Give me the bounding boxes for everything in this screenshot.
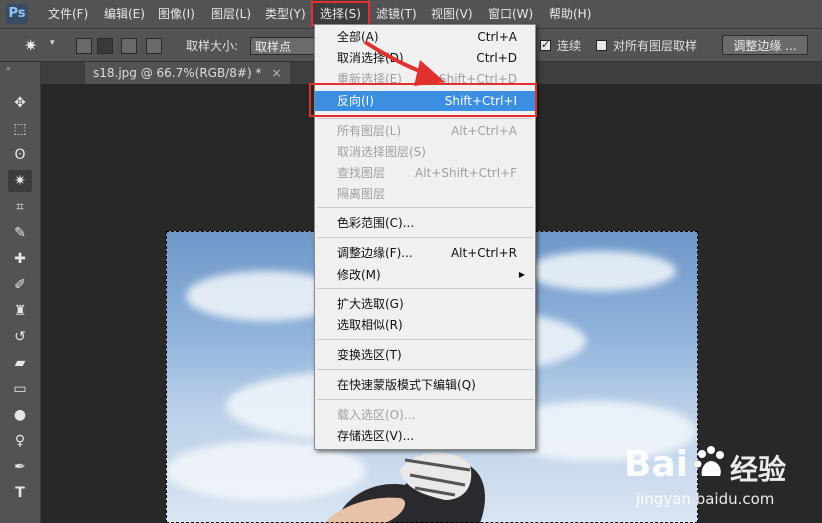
healing-brush-tool-icon[interactable]: ✚ <box>8 248 32 270</box>
intersect-selection-icon[interactable] <box>146 38 162 54</box>
marquee-tool-icon[interactable]: ⬚ <box>8 118 32 140</box>
menu-help[interactable]: 帮助(H) <box>549 0 591 28</box>
menu-separator <box>317 339 533 340</box>
menu-item-load-selection: 载入选区(O)... <box>337 408 416 422</box>
refine-edge-button[interactable]: 调整边缘 ... <box>722 35 808 55</box>
menu-item-find-layers: 查找图层 Alt+Shift+Ctrl+F <box>337 166 517 180</box>
document-tab-title: s18.jpg @ 66.7%(RGB/8#) * <box>93 66 262 80</box>
menu-item-grow[interactable]: 扩大选取(G) <box>315 294 535 314</box>
subtract-selection-icon[interactable] <box>121 38 137 54</box>
menu-item-save-selection[interactable]: 存储选区(V)... <box>315 426 535 446</box>
new-selection-icon[interactable] <box>76 38 92 54</box>
tool-preset-dropdown-icon[interactable]: ▾ <box>50 38 55 48</box>
menu-type[interactable]: 类型(Y) <box>265 0 306 28</box>
add-to-selection-icon[interactable] <box>97 38 113 54</box>
watermark-brand-cn: 经验 <box>730 453 787 486</box>
all-layers-label: 对所有图层取样 <box>613 39 698 53</box>
menu-item-color-range[interactable]: 色彩范围(C)... <box>315 213 535 233</box>
menu-file[interactable]: 文件(F) <box>48 0 88 28</box>
submenu-arrow-icon: ▶ <box>518 270 525 279</box>
watermark-brand: Bai <box>624 444 689 485</box>
menu-layer[interactable]: 图层(L) <box>211 0 251 28</box>
menu-image[interactable]: 图像(I) <box>158 0 195 28</box>
magic-wand-tool-icon[interactable]: ✷ <box>8 170 32 192</box>
history-brush-tool-icon[interactable]: ↺ <box>8 326 32 348</box>
eraser-tool-icon[interactable]: ▰ <box>8 352 32 374</box>
type-tool-icon[interactable]: T <box>8 482 32 504</box>
menu-item-quick-mask[interactable]: 在快速蒙版模式下编辑(Q) <box>315 375 535 395</box>
contiguous-checkbox[interactable] <box>540 38 551 51</box>
lasso-tool-icon[interactable]: ʘ <box>8 144 32 166</box>
gradient-tool-icon[interactable]: ▭ <box>8 378 32 400</box>
pen-tool-icon[interactable]: ✒ <box>8 456 32 478</box>
blur-tool-icon[interactable]: ● <box>8 404 32 426</box>
select-menu-annotation-box <box>311 1 370 26</box>
sample-size-select[interactable]: 取样点 <box>250 37 320 55</box>
document-tab[interactable]: s18.jpg @ 66.7%(RGB/8#) * × <box>85 62 290 84</box>
dodge-tool-icon[interactable]: ♀ <box>8 430 32 452</box>
photoshop-logo-icon: Ps <box>6 4 28 24</box>
red-arrow-icon <box>363 40 445 86</box>
eyedropper-tool-icon[interactable]: ✎ <box>8 222 32 244</box>
watermark-url: jingyan.baidu.com <box>636 490 775 508</box>
menu-separator <box>317 207 533 208</box>
crop-tool-icon[interactable]: ⌗ <box>8 196 32 218</box>
contiguous-label: 连续 <box>557 39 582 53</box>
brush-tool-icon[interactable]: ✐ <box>8 274 32 296</box>
menu-separator <box>317 369 533 370</box>
menu-separator <box>317 237 533 238</box>
paw-icon <box>694 446 724 476</box>
menu-item-modify[interactable]: 修改(M) ▶ <box>315 265 535 285</box>
menu-separator <box>317 399 533 400</box>
menu-edit[interactable]: 编辑(E) <box>104 0 145 28</box>
menu-item-refine-edge[interactable]: 调整边缘(F)... Alt+Ctrl+R <box>315 243 535 263</box>
menu-separator <box>317 288 533 289</box>
panel-collapse-icon[interactable]: » <box>6 64 11 73</box>
baidu-watermark: Bai 经验 jingyan.baidu.com <box>612 440 817 515</box>
menu-item-all-layers: 所有图层(L) Alt+Ctrl+A <box>337 124 517 138</box>
menu-item-isolate-layers: 隔离图层 <box>337 187 386 201</box>
menu-item-transform-selection[interactable]: 变换选区(T) <box>315 345 535 365</box>
clone-stamp-tool-icon[interactable]: ♜ <box>8 300 32 322</box>
all-layers-checkbox[interactable] <box>596 40 607 51</box>
menu-item-similar[interactable]: 选取相似(R) <box>315 315 535 335</box>
menu-item-deselect-layers: 取消选择图层(S) <box>337 145 426 159</box>
menu-separator <box>317 118 533 119</box>
tools-panel: » ✥ ⬚ ʘ ✷ ⌗ ✎ ✚ ✐ ♜ ↺ ▰ ▭ ● ♀ ✒ T <box>0 62 41 523</box>
magic-wand-icon[interactable]: ✷ <box>24 36 37 55</box>
sample-size-label: 取样大小: <box>186 39 239 53</box>
close-icon[interactable]: × <box>271 66 281 80</box>
move-tool-icon[interactable]: ✥ <box>8 92 32 114</box>
